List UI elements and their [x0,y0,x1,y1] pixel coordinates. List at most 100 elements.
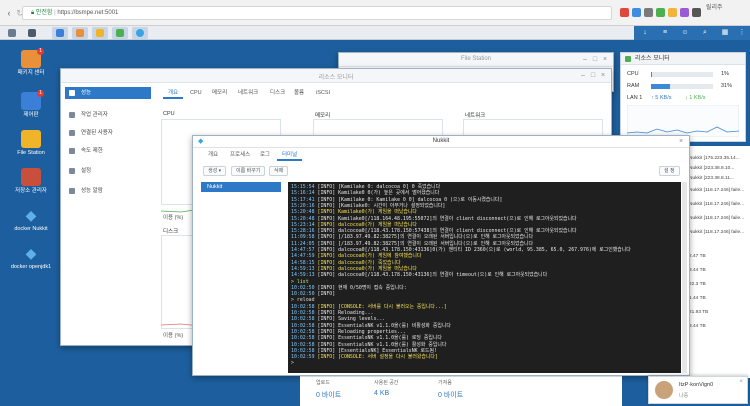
tab-memory[interactable]: 메모리 [207,87,232,99]
tab-overview[interactable]: 개요 [203,150,223,161]
main-menu-icon[interactable] [4,27,20,39]
rename-button[interactable]: 이름 바꾸기 [231,166,266,176]
extension-icon[interactable] [644,8,653,17]
sidebar-item-connected-users[interactable]: 연결된 사용자 [65,127,151,139]
tab-terminal[interactable]: 터미널 [277,150,303,161]
summary-value: 4 KB [374,390,390,397]
panel-title-cpu: CPU [163,111,175,117]
extension-icon[interactable] [668,8,677,17]
url-text: https://bsmpe.net:5001 [57,10,119,16]
console-timestamp: 10:02:58 [291,322,315,329]
log-line: Nukkit [223.38.8.11... [689,176,734,181]
console-timestamp: 10:02:58 [291,303,315,310]
window-header: ◆ Nukkit × [193,136,689,148]
secure-label: 안전함 [35,10,53,16]
close-icon[interactable]: × [739,379,743,385]
notification-toast[interactable]: ItzP·konVign0 나중 × [648,376,748,404]
settings-button[interactable]: 설 정 [659,166,680,176]
cpu-bar [651,72,713,77]
address-bar[interactable]: 🔒︎ 안전함 | https://bsmpe.net:5001 [22,6,612,20]
extension-icon[interactable] [656,8,665,17]
menu-icon[interactable] [692,8,701,17]
maximize-icon[interactable]: □ [589,72,597,80]
desktop-icon-file-station[interactable]: File Station [6,130,56,157]
sidebar-item-performance[interactable]: 성능 [65,87,151,99]
search-icon[interactable]: ⌕ [700,28,710,38]
desktop-icon-package-center[interactable]: 1 패키지 센터 [6,48,56,77]
terminal-console[interactable]: 15:15:54 [INFO] [Kamilake 0: dalcocoa 0]… [288,182,681,373]
window-title: Nukkit [432,138,450,144]
desktop-icon-docker-openjdk[interactable]: ◆ docker openjdk1 [6,244,56,271]
close-icon[interactable]: × [601,56,609,64]
console-message: [INFO] [/183.97.49.82:38275]의 연결이 오래된 서버… [314,234,534,241]
minimize-icon[interactable]: – [581,56,589,64]
tab-log[interactable]: 로그 [255,150,275,161]
badge: 1 [37,90,44,97]
tab-volume[interactable]: 볼륨 [289,87,309,99]
desktop-icon-docker-nukkit[interactable]: ◆ docker Nukkit [6,206,56,233]
widgets-icon[interactable]: ▦ [720,28,730,38]
session-item-nukkit[interactable]: Nukkit [201,182,281,192]
close-icon[interactable]: × [677,138,685,146]
browser-user[interactable]: 릴리주 [706,2,723,11]
notification-icon[interactable]: ↓ [640,28,650,38]
delete-button[interactable]: 삭제 [269,166,289,176]
desktop-icon-control-panel[interactable]: 1 제어판 [6,90,56,119]
console-timestamp: 15:20:48 [291,209,315,216]
tab-iscsi[interactable]: iSCSI [311,87,335,99]
tab-cpu[interactable]: CPU [185,87,207,99]
stat-value: 3.44 TB [689,268,706,273]
console-timestamp: 14:59:13 [291,272,315,279]
lan-upload: ↑ 5 KB/s [651,95,672,101]
sidebar-item-alarm[interactable]: 성능 알람 [65,185,151,197]
scrollbar[interactable] [682,182,687,373]
badge: 1 [37,48,44,55]
extension-icon[interactable] [680,8,689,17]
chat-icon[interactable]: ≡ [660,28,670,38]
console-timestamp: 15:23:14 [291,221,315,228]
user-icon[interactable]: ☺ [680,28,690,38]
console-message: [INFO] 현재 0/50명이 접속 중입니다: [314,284,407,291]
create-button[interactable]: 생성 ▾ [203,166,227,176]
nukkit-window[interactable]: ◆ Nukkit × 개요 프로세스 로그 터미널 생성 ▾ 이름 바꾸기 삭제… [192,135,690,376]
console-line: 14:59:13 [INFO] dalcocoa0[/118.43.178.15… [291,272,547,279]
console-timestamp: 14:59:13 [291,265,315,272]
extension-icon[interactable] [632,8,641,17]
console-timestamp: 15:20:16 [291,202,315,209]
panel-title-memory: 메모리 [315,113,331,119]
desktop-icon[interactable] [24,27,40,39]
tab-disk[interactable]: 디스크 [265,87,290,99]
desktop-icon-label: 제어판 [23,112,39,118]
taskbar-app-monitor[interactable] [112,27,128,39]
storage-icon [21,168,41,186]
panel-title-network: 네트워크 [465,113,486,119]
ram-bar [651,84,713,89]
options-icon[interactable]: ⋮ [737,28,747,38]
taskbar-app-filestation[interactable] [92,27,108,39]
sidebar-item-task-manager[interactable]: 작업 관리자 [65,109,151,121]
close-icon[interactable]: × [599,72,607,80]
minimize-icon[interactable]: – [579,72,587,80]
log-line: Nukkit [118.17.246] faile... [689,230,745,235]
taskbar-app-control[interactable] [52,27,68,39]
browser-toolbar: ‹ ↻ 🔒︎ 안전함 | https://bsmpe.net:5001 릴리주 [0,0,750,26]
sidebar-item-settings[interactable]: 설정 [65,165,151,177]
log-line: Nukkit [223.38.8.10... [689,166,735,171]
desktop-icon-storage-manager[interactable]: 저장소 관리자 [6,168,56,195]
ram-label: RAM [627,83,640,89]
notification-subtext: 나중 [679,393,689,399]
tab-network[interactable]: 네트워크 [233,87,263,99]
console-message: [INFO] Kamilake0[/118.164.48.195:55072]의… [314,215,577,222]
tab-overview[interactable]: 개요 [163,87,184,99]
tab-process[interactable]: 프로세스 [225,150,255,161]
extension-icon[interactable] [620,8,629,17]
resource-widget: 리소스 모니터 CPU 1% RAM 31% LAN 1 ↑ 5 KB/s ↓ … [620,52,746,142]
maximize-icon[interactable]: □ [591,56,599,64]
sidebar-item-speed-limit[interactable]: 속도 제한 [65,145,151,157]
desktop-icon-label: docker Nukkit [14,226,48,232]
taskbar-app-resource[interactable] [72,27,88,39]
console-timestamp: 15:16:14 [291,190,315,197]
taskbar-app-docker[interactable] [132,27,148,39]
console-message: > reload [291,297,315,304]
console-message: [INFO] [Kamilake0: 시간이 아무거나 설정되었습니다] [314,202,446,209]
